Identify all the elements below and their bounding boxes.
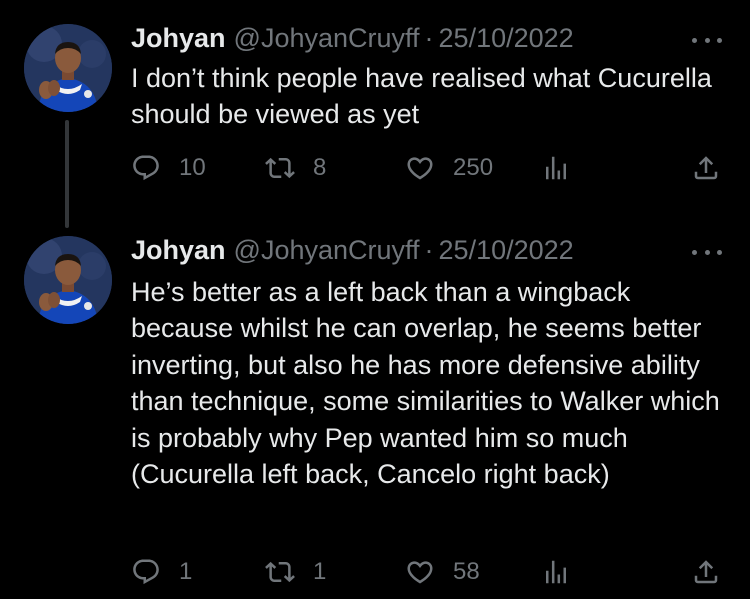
avatar[interactable] (24, 24, 112, 112)
tweet[interactable]: Johyan @JohyanCruyff · 25/10/2022 He’s bett… (0, 220, 750, 599)
display-name[interactable]: Johyan (131, 23, 226, 53)
like-button[interactable]: 250 (405, 150, 493, 186)
more-icon[interactable] (692, 34, 722, 46)
retweet-button[interactable]: 1 (265, 554, 326, 590)
reply-icon (133, 155, 159, 181)
heart-icon (407, 561, 433, 584)
tweet-header: Johyan @JohyanCruyff · 25/10/2022 (131, 234, 574, 266)
share-icon (694, 560, 718, 584)
analytics-icon (546, 156, 566, 180)
retweet-icon (265, 157, 295, 179)
tweet[interactable]: Johyan @JohyanCruyff · 25/10/2022 I don’t t… (0, 0, 750, 228)
reply-button[interactable]: 10 (131, 150, 206, 186)
retweet-button[interactable]: 8 (265, 150, 326, 186)
reply-icon (133, 559, 159, 585)
share-icon (694, 156, 718, 180)
tweet-actions: 1 1 58 (131, 554, 726, 590)
like-count: 58 (453, 558, 480, 585)
retweet-count: 1 (313, 558, 327, 585)
more-icon[interactable] (692, 246, 722, 258)
like-count: 250 (453, 154, 494, 181)
tweet-actions: 10 8 250 (131, 150, 726, 186)
avatar-image (24, 236, 112, 324)
avatar-image (24, 24, 112, 112)
share-button[interactable] (691, 150, 721, 186)
retweet-count: 8 (313, 154, 327, 181)
tweet-date[interactable]: 25/10/2022 (439, 23, 574, 53)
user-handle[interactable]: @JohyanCruyff (234, 23, 420, 53)
user-handle[interactable]: @JohyanCruyff (234, 235, 420, 265)
views-button[interactable] (541, 150, 571, 186)
share-button[interactable] (691, 554, 721, 590)
retweet-icon (265, 561, 295, 583)
reply-count: 1 (179, 558, 193, 585)
like-button[interactable]: 58 (405, 554, 480, 590)
analytics-icon (546, 560, 566, 584)
thread-connector (65, 120, 69, 228)
heart-icon (407, 157, 433, 180)
tweet-thread: Johyan @JohyanCruyff · 25/10/2022 I don’t t… (0, 0, 750, 599)
avatar[interactable] (24, 236, 112, 324)
tweet-date[interactable]: 25/10/2022 (439, 235, 574, 265)
separator: · (424, 235, 434, 265)
reply-count: 10 (179, 154, 206, 181)
tweet-text: He’s better as a left back than a wingba… (131, 277, 720, 490)
views-button[interactable] (541, 554, 571, 590)
tweet-header: Johyan @JohyanCruyff · 25/10/2022 (131, 22, 574, 54)
display-name[interactable]: Johyan (131, 235, 226, 265)
tweet-text: I don’t think people have realised what … (131, 63, 712, 130)
reply-button[interactable]: 1 (131, 554, 192, 590)
separator: · (424, 23, 434, 53)
